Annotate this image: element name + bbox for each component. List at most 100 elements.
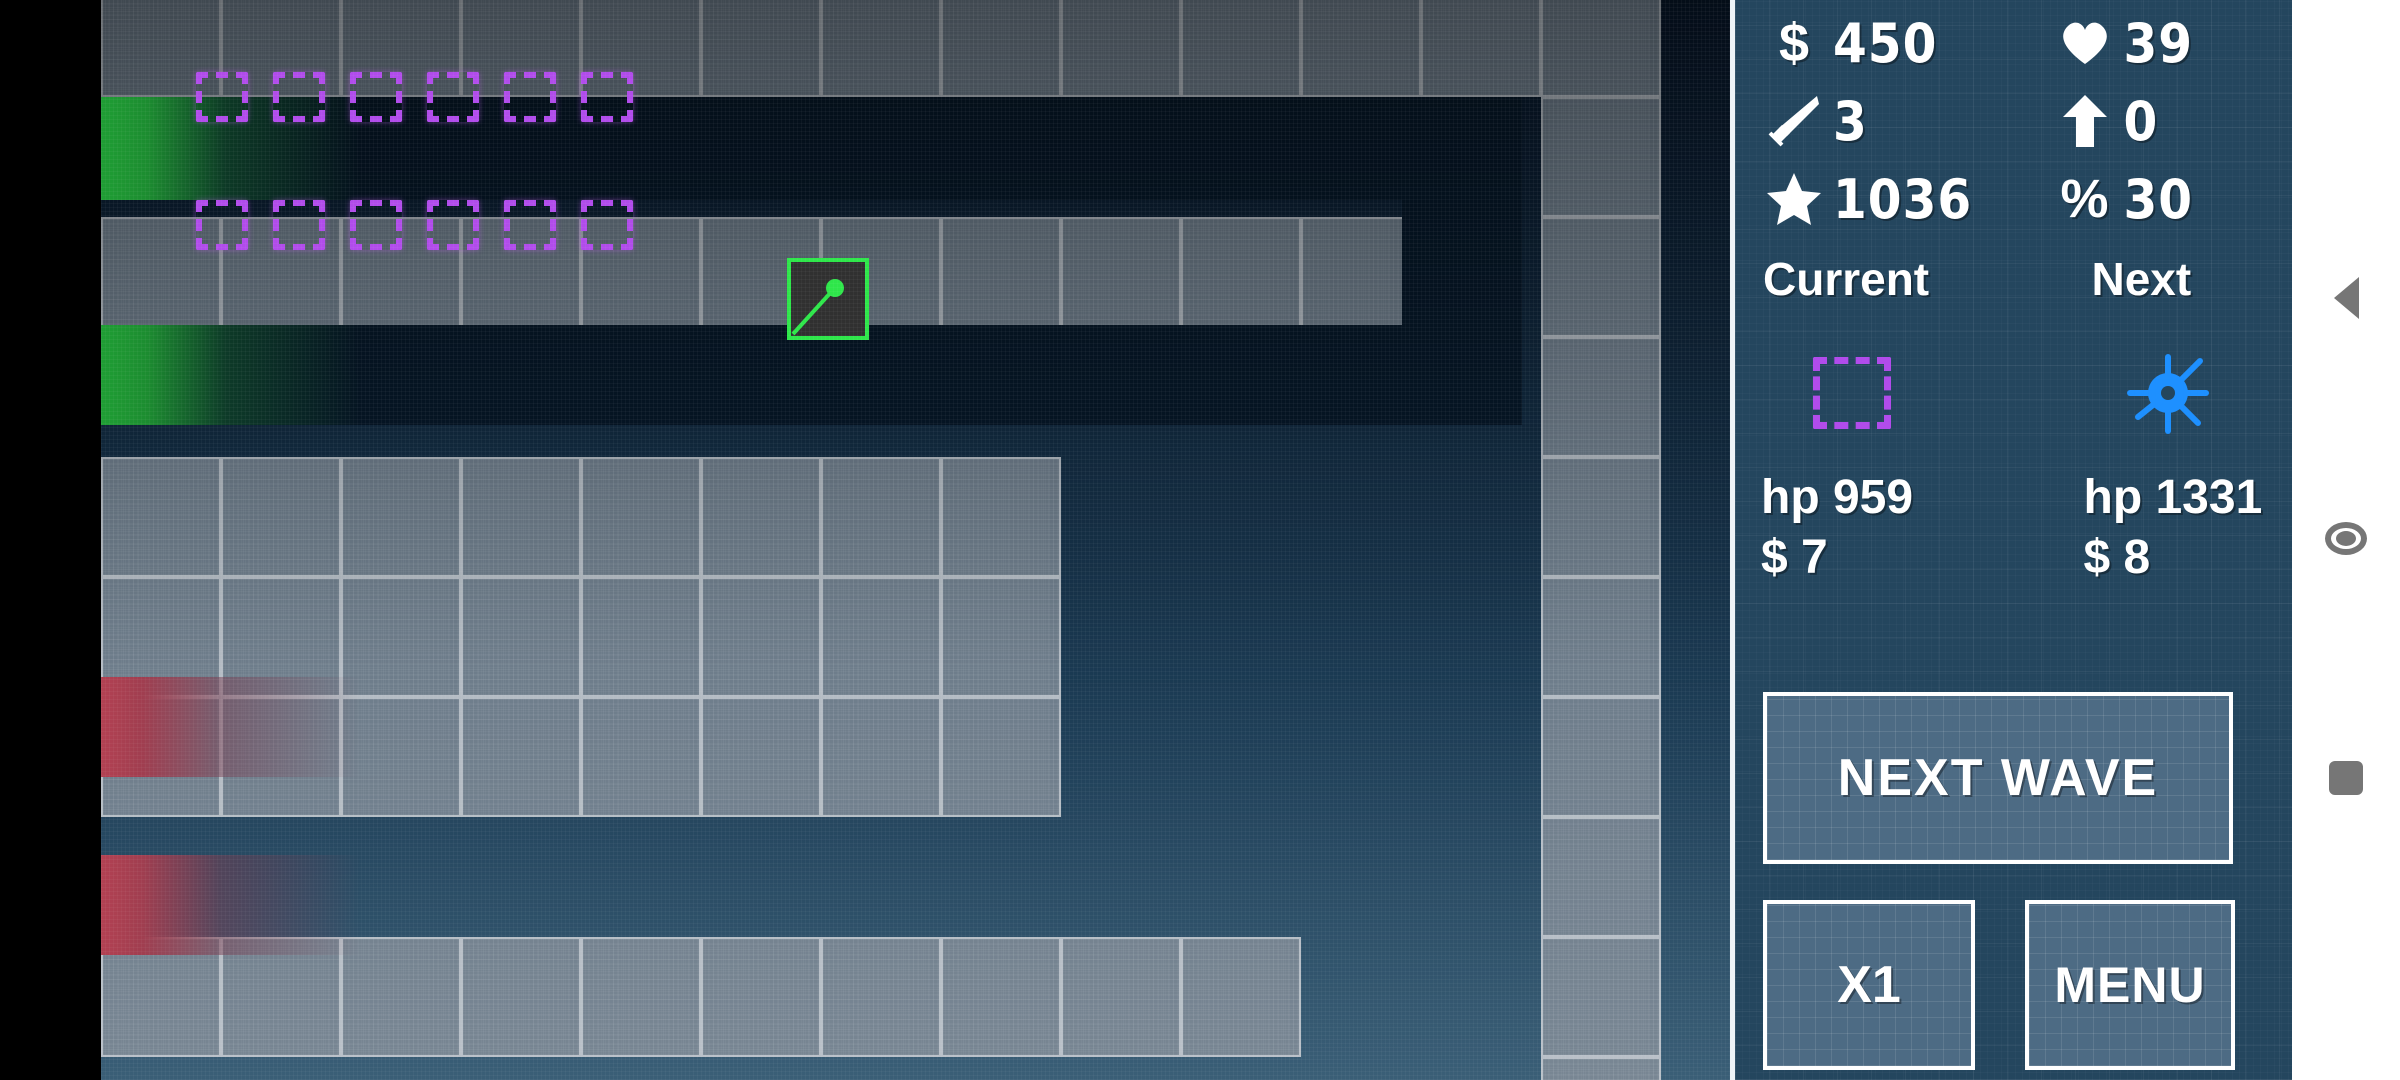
board-tile[interactable]	[1541, 697, 1661, 817]
next-hp: hp 1331	[2083, 471, 2263, 524]
board-tile[interactable]	[941, 457, 1061, 577]
board-tile[interactable]	[1541, 817, 1661, 937]
board-tile[interactable]	[941, 697, 1061, 817]
board-tile[interactable]	[581, 697, 701, 817]
tower-radar-icon	[791, 279, 844, 336]
board-tile[interactable]	[101, 937, 221, 1057]
next-enemy-slot	[2014, 338, 2293, 448]
wave-value: 3	[1833, 89, 1868, 153]
board-tile[interactable]	[941, 577, 1061, 697]
enemy-purple-square	[196, 200, 248, 250]
board-tile[interactable]	[701, 0, 821, 97]
board-tile[interactable]	[1541, 457, 1661, 577]
next-wave-label: Next	[2091, 253, 2192, 305]
board-tile[interactable]	[461, 457, 581, 577]
menu-button[interactable]: MENU	[2025, 900, 2235, 1070]
board-tile[interactable]	[101, 577, 221, 697]
board-tile[interactable]	[701, 697, 821, 817]
tower-green-radar[interactable]	[787, 258, 869, 340]
stat-lives: 39	[2014, 12, 2293, 75]
board-tile[interactable]	[821, 937, 941, 1057]
board-tile[interactable]	[1061, 0, 1181, 97]
board-tile[interactable]	[941, 217, 1061, 337]
dollar-icon: $	[1765, 13, 1823, 73]
board-tile[interactable]	[1541, 1057, 1661, 1080]
board-tile[interactable]	[341, 457, 461, 577]
board-tile[interactable]	[1301, 217, 1421, 337]
heart-icon	[2056, 14, 2114, 72]
stat-upgrades: 0	[2014, 90, 2293, 153]
arrow-up-icon	[2056, 92, 2114, 150]
enemy-purple-square	[196, 72, 248, 122]
board-tile[interactable]	[1301, 0, 1421, 97]
board-tile[interactable]	[101, 697, 221, 817]
board-tile[interactable]	[581, 577, 701, 697]
board-tile[interactable]	[821, 457, 941, 577]
board-tile[interactable]	[1541, 337, 1661, 457]
board-tile[interactable]	[701, 457, 821, 577]
board-tile[interactable]	[221, 577, 341, 697]
percent-icon: %	[2056, 169, 2114, 229]
board-tile[interactable]	[581, 937, 701, 1057]
board-tile[interactable]	[581, 457, 701, 577]
stat-row-1: $ 450 39	[1735, 4, 2292, 82]
wave-preview-stats: hp 959 hp 1331 $ 7 $ 8	[1735, 470, 2292, 590]
board-tile[interactable]	[1541, 217, 1661, 337]
board-tile[interactable]	[461, 577, 581, 697]
next-bounty: $ 8	[2083, 531, 2151, 584]
purple-dashed-square-enemy-icon	[1813, 357, 1891, 429]
money-value: 450	[1833, 11, 1938, 75]
board-tile[interactable]	[1541, 577, 1661, 697]
board-tile[interactable]	[1061, 217, 1181, 337]
board-tile[interactable]	[821, 697, 941, 817]
sword-icon	[1765, 92, 1823, 150]
board-tile[interactable]	[1541, 97, 1661, 217]
stat-score: 1036	[1735, 168, 2014, 231]
board-tile[interactable]	[341, 577, 461, 697]
board-tile[interactable]	[941, 0, 1061, 97]
android-navigation-bar	[2292, 0, 2400, 1080]
game-board[interactable]	[101, 0, 1730, 1080]
recents-icon[interactable]	[2292, 738, 2400, 818]
board-tile[interactable]	[1181, 0, 1301, 97]
board-tile[interactable]	[701, 577, 821, 697]
board-tile[interactable]	[1061, 937, 1181, 1057]
board-tile[interactable]	[941, 937, 1061, 1057]
letterbox-left	[0, 0, 101, 1080]
board-tile[interactable]	[101, 457, 221, 577]
stats-block: $ 450 39 3 0 1036 % 30	[1735, 4, 2292, 238]
board-tile[interactable]	[221, 457, 341, 577]
wave-preview-headers: Current Next	[1735, 252, 2292, 306]
game-speed-button[interactable]: X1	[1763, 900, 1975, 1070]
board-tile[interactable]	[1541, 0, 1661, 97]
dollar-glyph: $	[1778, 13, 1810, 73]
board-tile[interactable]	[821, 577, 941, 697]
upgrades-value: 0	[2123, 89, 2159, 153]
next-wave-button[interactable]: NEXT WAVE	[1763, 692, 2233, 864]
current-wave-label: Current	[1763, 253, 1930, 305]
back-icon[interactable]	[2292, 258, 2400, 338]
board-tile[interactable]	[221, 937, 341, 1057]
lives-value: 39	[2123, 11, 2194, 75]
stat-percent: % 30	[2014, 168, 2293, 231]
board-tile[interactable]	[461, 697, 581, 817]
board-tile[interactable]	[341, 937, 461, 1057]
stat-wave: 3	[1735, 90, 2014, 153]
board-tile[interactable]	[1181, 937, 1301, 1057]
wave-hp-row: hp 959 hp 1331	[1735, 470, 2292, 530]
enemy-purple-square	[504, 72, 556, 122]
current-hp: hp 959	[1761, 471, 1914, 524]
home-icon[interactable]	[2292, 498, 2400, 578]
stat-money: $ 450	[1735, 12, 2014, 75]
board-tile[interactable]	[1421, 0, 1541, 97]
board-tile[interactable]	[461, 937, 581, 1057]
enemy-purple-square	[273, 200, 325, 250]
current-enemy-slot	[1735, 338, 2014, 448]
board-tile[interactable]	[1541, 937, 1661, 1057]
board-tile[interactable]	[821, 0, 941, 97]
board-tile[interactable]	[341, 697, 461, 817]
board-tile[interactable]	[701, 937, 821, 1057]
board-tile[interactable]	[221, 697, 341, 817]
board-tile[interactable]	[1181, 217, 1301, 337]
stat-row-2: 3 0	[1735, 82, 2292, 160]
